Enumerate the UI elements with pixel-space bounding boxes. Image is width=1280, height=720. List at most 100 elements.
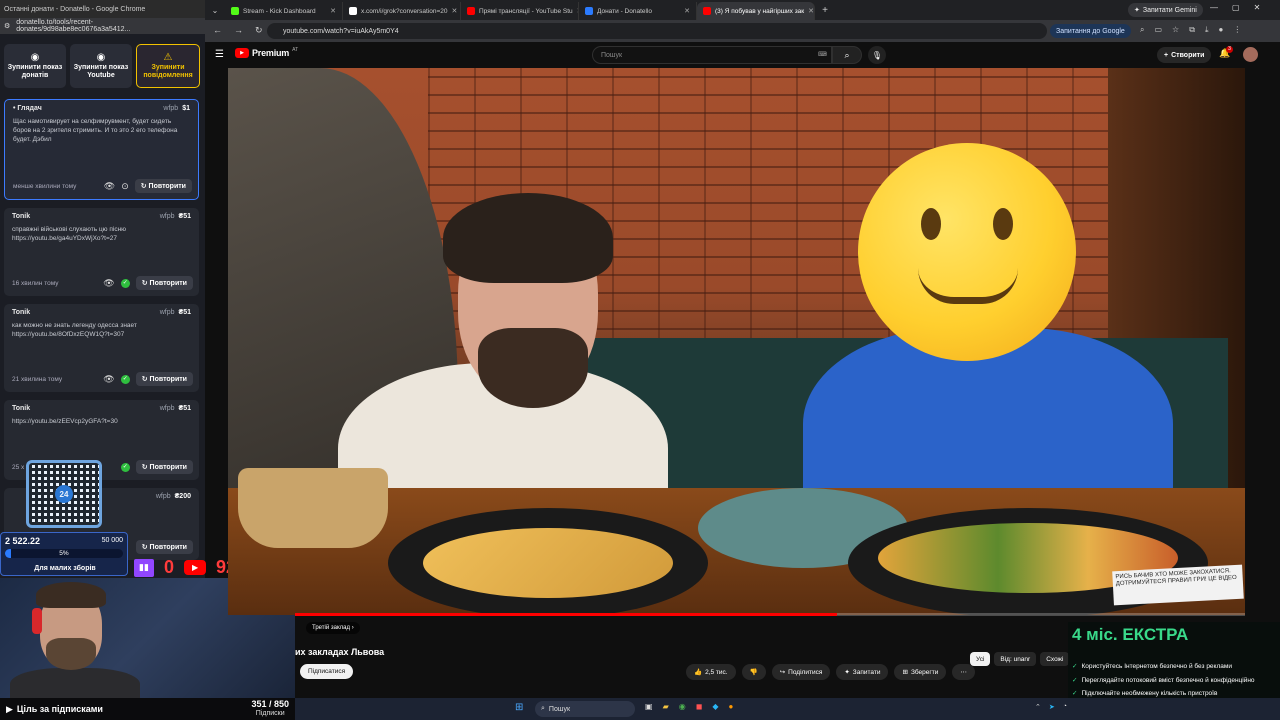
donation-card: • Глядач wfpb $1 Щас намотивирует на селф…: [4, 99, 199, 200]
mic-icon[interactable]: 🎙: [868, 46, 886, 64]
toolbar: ← → ↻ youtube.com/watch?v=iuAkAy5m0Y4 За…: [205, 20, 1280, 42]
keyboard-icon[interactable]: ⌨: [818, 51, 827, 58]
address-bar[interactable]: ⚙ donatello.to/tools/recent-donates/9d98…: [0, 18, 205, 34]
profile-icon[interactable]: ●: [1218, 25, 1223, 35]
chip-from-channel[interactable]: Від: unanr: [994, 652, 1037, 666]
reload-icon[interactable]: ↻: [255, 25, 263, 36]
check-icon: ✓: [1072, 663, 1078, 670]
check-icon[interactable]: ✓: [120, 278, 130, 288]
url-text[interactable]: donatello.to/tools/recent-donates/9d98ab…: [16, 19, 205, 33]
button-label: Зупинити показ Youtube: [73, 64, 129, 80]
telegram-icon[interactable]: ➤: [1049, 703, 1055, 711]
chip-all[interactable]: Усі: [970, 652, 991, 666]
donation-time: 16 хвилин тому: [12, 279, 59, 287]
eye-icon[interactable]: 👁: [103, 278, 114, 289]
ask-google-button[interactable]: Запитання до Google: [1050, 24, 1131, 38]
repeat-button[interactable]: ↻ Повторити: [135, 460, 193, 474]
save-button[interactable]: ⊞ Зберегти: [894, 664, 947, 680]
button-label: Зупинити показ донатів: [7, 64, 63, 80]
gemini-button[interactable]: ✦ Запитати Gemini: [1128, 3, 1203, 17]
explorer-icon[interactable]: ▰: [663, 702, 669, 711]
stop-youtube-button[interactable]: ◉ Зупинити показ Youtube: [70, 44, 132, 88]
video-title: их закладах Львова: [295, 647, 385, 657]
video-actions: 👍 2,5 тис. 👎 ↪ Поділитися ✦ Запитати ⊞ Збере…: [686, 664, 975, 680]
repeat-button[interactable]: ↻ Повторити: [135, 540, 193, 554]
donation-card: Tonik wfpb ₴51 как можно не знать легенду…: [4, 304, 199, 392]
menu-icon[interactable]: ⋮: [1233, 25, 1241, 35]
repeat-button[interactable]: ↻ Повторити: [135, 276, 193, 290]
site-settings-icon[interactable]: ⚙: [4, 22, 10, 30]
donation-source: wfpb: [159, 213, 175, 220]
forward-icon[interactable]: →: [234, 25, 243, 36]
more-button[interactable]: ⋯: [952, 664, 975, 680]
donor-name: Tonik: [12, 309, 31, 316]
dislike-button[interactable]: 👎: [741, 664, 766, 680]
back-icon[interactable]: ←: [213, 25, 222, 36]
app-icon[interactable]: ●: [729, 702, 734, 711]
youtube-icon: ▶: [6, 703, 13, 714]
minimize-icon[interactable]: —: [1210, 3, 1218, 12]
tab-youtube-video[interactable]: (3) Я побував у найгірших зак ✕: [697, 2, 815, 20]
address-bar[interactable]: youtube.com/watch?v=iuAkAy5m0Y4: [267, 23, 1047, 39]
tab-grok[interactable]: x.com/i/grok?conversation=20 ✕: [343, 2, 461, 20]
check-icon[interactable]: ✓: [120, 374, 130, 384]
hamburger-icon[interactable]: ☰: [215, 49, 224, 60]
video-progress-bar[interactable]: [295, 613, 1245, 616]
lens-icon[interactable]: ⌕: [1140, 25, 1144, 35]
maximize-icon[interactable]: ▢: [1232, 3, 1240, 12]
bookmark-icon[interactable]: ☆: [1172, 25, 1179, 35]
eye-icon[interactable]: 👁: [103, 374, 114, 385]
task-view-icon[interactable]: ▣: [645, 702, 653, 711]
tab-search-icon[interactable]: ⌄: [205, 6, 225, 15]
tab-youtube-studio[interactable]: Прямі трансляції - YouTube Stu✕: [461, 2, 579, 20]
like-button[interactable]: 👍 2,5 тис.: [686, 664, 736, 680]
stop-circle-icon: ◉: [96, 51, 106, 63]
ask-button[interactable]: ✦ Запитати: [836, 664, 889, 680]
donation-amount: ₴51: [178, 309, 191, 316]
app-icon[interactable]: ◼: [696, 702, 703, 711]
check-icon[interactable]: ✓: [120, 462, 130, 472]
chrome-icon[interactable]: ◉: [679, 702, 686, 711]
youtube-icon: [703, 7, 711, 15]
window-title: Останні донати - Donatello - Google Chro…: [0, 0, 205, 18]
download-icon[interactable]: ⤓: [1205, 25, 1209, 35]
button-label: Зупинити повідомлення: [143, 64, 193, 80]
taskbar-search[interactable]: ⌕ Пошук: [535, 701, 635, 717]
donation-amount: ₴51: [178, 405, 191, 412]
app-icon[interactable]: ◆: [712, 702, 718, 711]
search-input[interactable]: Пошук: [592, 46, 832, 64]
avatar[interactable]: [1243, 47, 1258, 62]
donatello-icon: [585, 7, 593, 15]
new-tab-button[interactable]: +: [815, 5, 835, 16]
check-circle-icon[interactable]: ⊙: [121, 181, 129, 192]
person-left-beard: [478, 328, 588, 408]
search-button[interactable]: ⌕: [832, 46, 862, 64]
youtube-icon: [467, 7, 475, 15]
video-player[interactable]: [228, 68, 1245, 615]
twitch-icon: ▮▮: [134, 558, 154, 577]
tab-donatello[interactable]: Донати - Donatello ✕: [579, 2, 697, 20]
streamer-beard: [46, 638, 96, 670]
tab-kick[interactable]: Stream - Kick Dashboard ✕: [225, 2, 343, 20]
subscribe-button[interactable]: Підписатися: [300, 664, 354, 679]
extensions-icon[interactable]: ⧉: [1189, 25, 1195, 35]
windows-start-icon[interactable]: ⊞: [515, 702, 523, 713]
repeat-button[interactable]: ↻ Повторити: [134, 179, 192, 193]
share-icon: ↪: [779, 669, 786, 676]
tray-icon[interactable]: ⌃: [1035, 703, 1041, 711]
stop-donations-button[interactable]: ◉ Зупинити показ донатів: [4, 44, 66, 88]
repeat-button[interactable]: ↻ Повторити: [135, 372, 193, 386]
donation-message: https://youtu.be/zEEVcp2yGFA?t=30: [12, 418, 118, 425]
create-button[interactable]: + Створити: [1157, 47, 1212, 63]
youtube-logo[interactable]: ▶ Premium AT: [235, 47, 298, 58]
donor-name: Tonik: [12, 405, 31, 412]
wifi-icon[interactable]: ◔: [1063, 703, 1067, 711]
stop-messages-button[interactable]: ⚠ Зупинити повідомлення: [136, 44, 200, 88]
eye-icon[interactable]: 👁: [104, 181, 115, 192]
chip-similar[interactable]: Схожі: [1040, 652, 1070, 666]
chapter-chip[interactable]: Третій заклад ›: [306, 622, 360, 634]
close-icon[interactable]: ✕: [1254, 3, 1261, 12]
cast-icon[interactable]: ▭: [1154, 25, 1162, 35]
share-button[interactable]: ↪ Поділитися: [771, 664, 831, 680]
donor-name: • Глядач: [13, 105, 42, 112]
